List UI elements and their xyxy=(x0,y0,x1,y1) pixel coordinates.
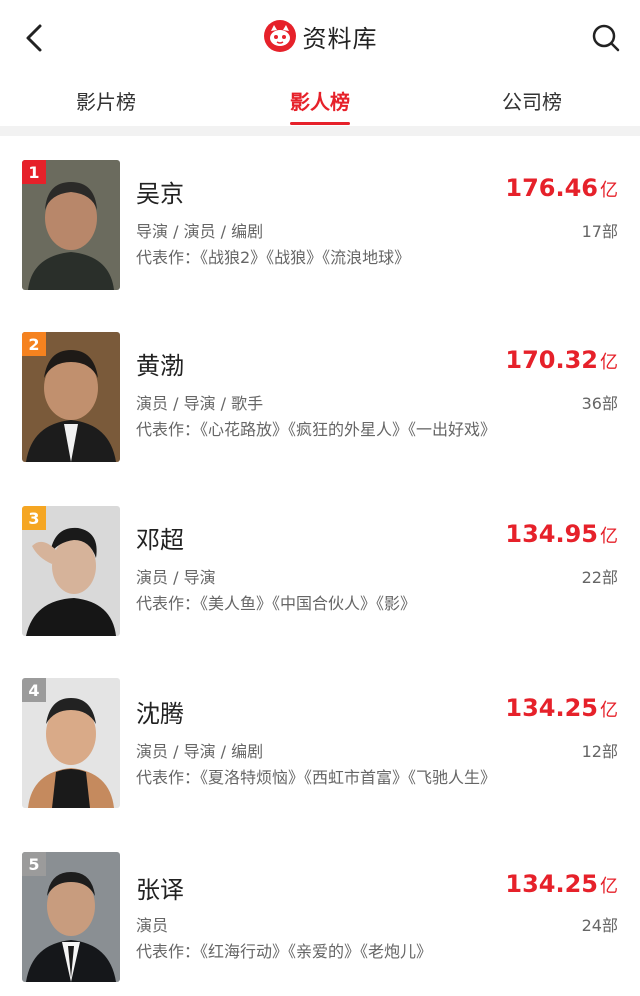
box-office-unit: 亿 xyxy=(600,352,618,373)
list-item[interactable]: 1 吴京 导演 / 演员 / 编剧 代表作：《战狼2》《战狼》《流浪地球》 17… xyxy=(0,136,640,296)
rank-badge: 3 xyxy=(22,506,46,530)
top-bar: 资料库 xyxy=(0,0,640,76)
box-office: 134.25 亿 xyxy=(505,694,618,722)
ranking-tabs: 影片榜 影人榜 公司榜 xyxy=(0,76,640,126)
rank-badge: 4 xyxy=(22,678,46,702)
person-works: 代表作：《夏洛特烦恼》《西虹市首富》《飞驰人生》 xyxy=(136,768,497,787)
person-works: 代表作：《美人鱼》《中国合伙人》《影》 xyxy=(136,594,417,613)
person-name: 沈腾 xyxy=(136,700,184,728)
avatar: 4 xyxy=(22,678,120,808)
avatar: 1 xyxy=(22,160,120,290)
box-office-value: 176.46 xyxy=(505,174,598,202)
box-office-unit: 亿 xyxy=(600,876,618,897)
list-item[interactable]: 2 黄渤 演员 / 导演 / 歌手 代表作：《心花路放》《疯狂的外星人》《一出好… xyxy=(0,310,640,470)
film-count: 12部 xyxy=(581,742,618,761)
box-office: 176.46 亿 xyxy=(505,174,618,202)
section-divider xyxy=(0,126,640,136)
person-name: 张译 xyxy=(136,876,184,904)
tab-companies[interactable]: 公司榜 xyxy=(482,86,582,126)
film-count: 36部 xyxy=(581,394,618,413)
avatar: 3 xyxy=(22,506,120,636)
box-office: 134.25 亿 xyxy=(505,870,618,898)
box-office: 134.95 亿 xyxy=(505,520,618,548)
rank-badge: 5 xyxy=(22,852,46,876)
person-name: 邓超 xyxy=(136,526,184,554)
person-works: 代表作：《战狼2》《战狼》《流浪地球》 xyxy=(136,248,411,267)
box-office-value: 170.32 xyxy=(505,346,598,374)
tab-people[interactable]: 影人榜 xyxy=(270,86,370,126)
film-count: 17部 xyxy=(581,222,618,241)
search-icon xyxy=(592,24,620,52)
person-works: 代表作：《红海行动》《亲爱的》《老炮儿》 xyxy=(136,942,433,961)
person-roles: 演员 / 导演 xyxy=(136,568,216,587)
avatar: 2 xyxy=(22,332,120,462)
box-office-unit: 亿 xyxy=(600,526,618,547)
person-roles: 演员 xyxy=(136,916,169,935)
box-office-value: 134.25 xyxy=(505,870,598,898)
rank-badge: 2 xyxy=(22,332,46,356)
rank-badge: 1 xyxy=(22,160,46,184)
list-item[interactable]: 4 沈腾 演员 / 导演 / 编剧 代表作：《夏洛特烦恼》《西虹市首富》《飞驰人… xyxy=(0,656,640,816)
list-item[interactable]: 3 邓超 演员 / 导演 代表作：《美人鱼》《中国合伙人》《影》 134.95 亿… xyxy=(0,484,640,644)
person-roles: 演员 / 导演 / 编剧 xyxy=(136,742,264,761)
page-title: 资料库 xyxy=(302,24,378,53)
person-works: 代表作：《心花路放》《疯狂的外星人》《一出好戏》 xyxy=(136,420,497,439)
person-roles: 导演 / 演员 / 编剧 xyxy=(136,222,264,241)
person-roles: 演员 / 导演 / 歌手 xyxy=(136,394,264,413)
film-count: 24部 xyxy=(581,916,618,935)
avatar: 5 xyxy=(22,852,120,982)
active-tab-indicator xyxy=(290,122,350,125)
cat-logo-icon xyxy=(263,20,296,52)
list-item[interactable]: 5 张译 演员 代表作：《红海行动》《亲爱的》《老炮儿》 134.25 亿 24部 xyxy=(0,830,640,990)
box-office-unit: 亿 xyxy=(600,700,618,721)
search-button[interactable] xyxy=(586,18,626,58)
box-office-value: 134.25 xyxy=(505,694,598,722)
box-office-unit: 亿 xyxy=(600,180,618,201)
person-name: 黄渤 xyxy=(136,352,184,380)
person-name: 吴京 xyxy=(136,180,184,208)
film-count: 22部 xyxy=(581,568,618,587)
box-office: 170.32 亿 xyxy=(505,346,618,374)
page-title-wrap: 资料库 xyxy=(0,16,640,56)
tab-films[interactable]: 影片榜 xyxy=(56,86,156,126)
box-office-value: 134.95 xyxy=(505,520,598,548)
